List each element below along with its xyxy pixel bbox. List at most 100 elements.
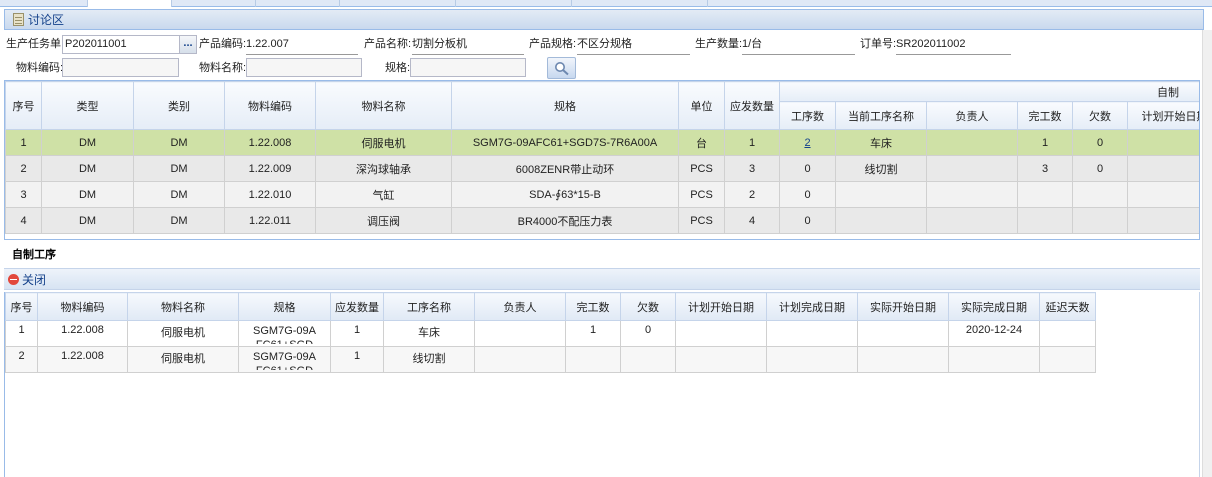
task-no-trigger-button[interactable]: ... — [180, 35, 197, 54]
col-header[interactable]: 完工数 — [565, 292, 621, 321]
table-cell — [926, 129, 1018, 156]
table-cell: 4 — [5, 207, 42, 234]
panel-title: 讨论区 — [28, 13, 65, 27]
order-no-value: SR202011002 — [896, 38, 966, 50]
discussion-panel-header[interactable]: 讨论区 — [4, 9, 1204, 30]
table-row[interactable]: 3 DM DM 1.22.010 气缸 SDA-∮63*15-B PCS 2 0 — [5, 181, 1199, 208]
table-cell: 线切割 — [383, 346, 475, 373]
top-tab[interactable] — [0, 0, 88, 7]
top-tab[interactable] — [340, 0, 456, 7]
col-header[interactable]: 物料编码 — [224, 81, 316, 130]
col-header[interactable]: 完工数 — [1017, 101, 1073, 130]
table-cell: 3 — [724, 155, 780, 182]
col-header[interactable]: 应发数量 — [724, 81, 780, 130]
col-header[interactable]: 规格 — [238, 292, 331, 321]
col-header[interactable]: 延迟天数 — [1039, 292, 1096, 321]
col-header[interactable]: 序号 — [5, 292, 38, 321]
table-row[interactable]: 2 DM DM 1.22.009 深沟球轴承 6008ZENR带止动环 PCS … — [5, 155, 1199, 182]
col-header[interactable]: 实际完成日期 — [948, 292, 1040, 321]
product-name-value: 切割分板机 — [412, 38, 467, 50]
task-no-field[interactable]: P202011001 — [62, 35, 180, 54]
close-button[interactable]: 关闭 — [8, 271, 46, 288]
table-cell: PCS — [678, 155, 725, 182]
table-cell — [926, 155, 1018, 182]
product-name-label: 产品名称: — [364, 38, 412, 50]
col-header[interactable]: 欠数 — [620, 292, 676, 321]
col-header[interactable]: 负责人 — [474, 292, 566, 321]
table-cell: 1 — [5, 320, 38, 347]
table-cell — [766, 346, 858, 373]
table-cell: 台 — [678, 129, 725, 156]
col-header[interactable]: 工序数 — [779, 101, 836, 130]
col-header[interactable]: 序号 — [5, 81, 42, 130]
form-row-task: 生产任务单: P202011001 ... 产品编码: 1.22.007 产品名… — [0, 33, 1212, 55]
material-name-label: 物料名称: — [199, 62, 247, 74]
table-cell: 气缸 — [315, 181, 452, 208]
col-header[interactable]: 规格 — [451, 81, 679, 130]
table-row[interactable]: 2 1.22.008 伺服电机 SGM7G-09AFC61+SGD7S-7R6A… — [5, 346, 1096, 373]
col-header[interactable]: 物料编码 — [37, 292, 128, 321]
table-cell: 0 — [779, 155, 836, 182]
spec-text: SGM7G-09AFC61+SGD7S-7R6A00A — [253, 351, 316, 370]
col-header[interactable]: 计划开始日期 — [1126, 101, 1199, 130]
table-row[interactable]: 4 DM DM 1.22.011 调压阀 BR4000不配压力表 PCS 4 0 — [5, 207, 1199, 234]
close-icon — [8, 273, 19, 285]
top-tab-strip — [0, 0, 1212, 7]
process-count-cell: 2 — [779, 129, 836, 156]
col-header[interactable]: 当前工序名称 — [835, 101, 927, 130]
spec-field[interactable] — [410, 58, 526, 77]
vertical-scrollbar[interactable] — [1202, 30, 1212, 477]
col-header[interactable]: 计划完成日期 — [766, 292, 858, 321]
col-header[interactable]: 单位 — [678, 81, 725, 130]
table-cell: 2 — [724, 181, 780, 208]
top-tab[interactable] — [172, 0, 256, 7]
table-cell — [948, 346, 1040, 373]
table-cell: DM — [133, 207, 225, 234]
document-icon — [13, 13, 24, 26]
table-cell — [1126, 207, 1199, 234]
order-no-underline — [896, 54, 1011, 55]
col-header[interactable]: 工序名称 — [383, 292, 475, 321]
table-cell: 调压阀 — [315, 207, 452, 234]
search-button[interactable] — [547, 57, 576, 79]
material-code-field[interactable] — [62, 58, 179, 77]
table-cell: 1 — [1017, 129, 1073, 156]
table-cell: DM — [133, 181, 225, 208]
table-cell — [1017, 207, 1073, 234]
col-header[interactable]: 负责人 — [926, 101, 1018, 130]
table-cell: 车床 — [383, 320, 475, 347]
table-cell: 2020-12-24 — [948, 320, 1040, 347]
table-cell — [1126, 155, 1199, 182]
table-cell: PCS — [678, 181, 725, 208]
task-no-label: 生产任务单: — [6, 38, 65, 50]
table-cell: 车床 — [835, 129, 927, 156]
col-header[interactable]: 物料名称 — [315, 81, 452, 130]
table-cell — [1039, 320, 1096, 347]
table-cell — [857, 320, 949, 347]
col-header[interactable]: 计划开始日期 — [675, 292, 767, 321]
table-cell: DM — [133, 129, 225, 156]
table-cell — [1017, 181, 1073, 208]
spec-cell: SGM7G-09AFC61+SGD7S-7R6A00A — [238, 320, 331, 347]
material-name-field[interactable] — [246, 58, 362, 77]
table-row[interactable]: 1 1.22.008 伺服电机 SGM7G-09AFC61+SGD7S-7R6A… — [5, 320, 1096, 347]
table-cell: PCS — [678, 207, 725, 234]
col-header[interactable]: 实际开始日期 — [857, 292, 949, 321]
table-cell: DM — [41, 207, 134, 234]
col-header[interactable]: 类别 — [133, 81, 225, 130]
table-row[interactable]: 1 DM DM 1.22.008 伺服电机 SGM7G-09AFC61+SGD7… — [5, 129, 1199, 156]
spec-label: 规格: — [385, 62, 411, 74]
process-count-link[interactable]: 2 — [804, 137, 810, 149]
top-tab[interactable] — [256, 0, 340, 7]
material-code-label: 物料编码: — [16, 62, 64, 74]
col-header[interactable]: 物料名称 — [127, 292, 239, 321]
col-header[interactable]: 应发数量 — [330, 292, 384, 321]
col-header[interactable]: 欠数 — [1072, 101, 1128, 130]
product-code-label: 产品编码: — [199, 38, 247, 50]
table-cell: 1 — [330, 320, 384, 347]
top-tab[interactable] — [88, 0, 172, 7]
col-header[interactable]: 类型 — [41, 81, 134, 130]
table-cell — [926, 207, 1018, 234]
top-tab[interactable] — [572, 0, 708, 7]
top-tab[interactable] — [456, 0, 572, 7]
